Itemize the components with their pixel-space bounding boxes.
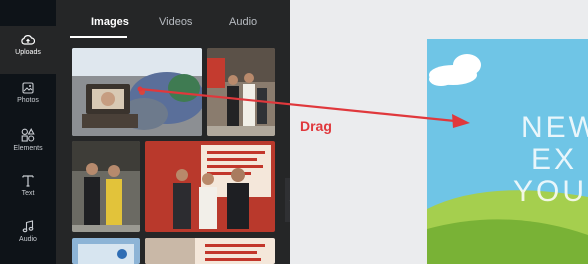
text-icon: [22, 175, 34, 187]
uploaded-image-partial: [72, 238, 140, 264]
sidebar-item-text[interactable]: Text: [0, 166, 56, 214]
design-heading-line-1[interactable]: NEW: [521, 111, 588, 145]
media-tabs: Images Videos Audio: [56, 0, 290, 40]
uploaded-image-partial-poster: [145, 238, 275, 264]
active-tab-indicator: [70, 36, 127, 38]
sidebar-rail: Uploads Photos Elements Text Audio: [0, 0, 56, 264]
tab-audio[interactable]: Audio: [229, 16, 257, 28]
cloud-upload-icon: [21, 35, 35, 45]
image-thumbnail[interactable]: [72, 48, 202, 136]
photo-icon: [22, 82, 34, 94]
image-thumbnail[interactable]: [207, 48, 275, 136]
sidebar-item-uploads[interactable]: Uploads: [0, 26, 56, 74]
sidebar-item-photos[interactable]: Photos: [0, 74, 56, 122]
sidebar-item-label: Audio: [19, 236, 37, 243]
image-thumbnail[interactable]: [145, 238, 275, 264]
sidebar-item-label: Elements: [13, 145, 43, 152]
image-thumbnail[interactable]: [72, 141, 140, 232]
design-heading-line-2[interactable]: EX: [531, 143, 577, 177]
sidebar-item-label: Photos: [17, 97, 39, 104]
tab-videos[interactable]: Videos: [159, 16, 192, 28]
sidebar-item-label: Text: [21, 190, 35, 197]
design-page[interactable]: NEW EX YOU: [427, 39, 588, 264]
sidebar-item-elements[interactable]: Elements: [0, 120, 56, 168]
tab-images[interactable]: Images: [91, 16, 129, 28]
uploads-panel: Images Videos Audio: [56, 0, 290, 264]
design-heading-line-3[interactable]: YOU: [513, 175, 587, 209]
elements-icon: [21, 128, 35, 142]
uploaded-image-beach-debris: [72, 48, 202, 136]
sidebar-item-audio[interactable]: Audio: [0, 212, 56, 260]
image-thumbnail[interactable]: [145, 141, 275, 232]
drag-annotation-label: Drag: [300, 118, 332, 134]
image-thumbnail[interactable]: [72, 238, 140, 264]
uploaded-image-two-people: [72, 141, 140, 232]
uploaded-image-group-poster: [145, 141, 275, 232]
sidebar-item-label: Uploads: [15, 49, 41, 56]
uploaded-image-people-indoors: [207, 48, 275, 136]
music-note-icon: [22, 220, 34, 233]
